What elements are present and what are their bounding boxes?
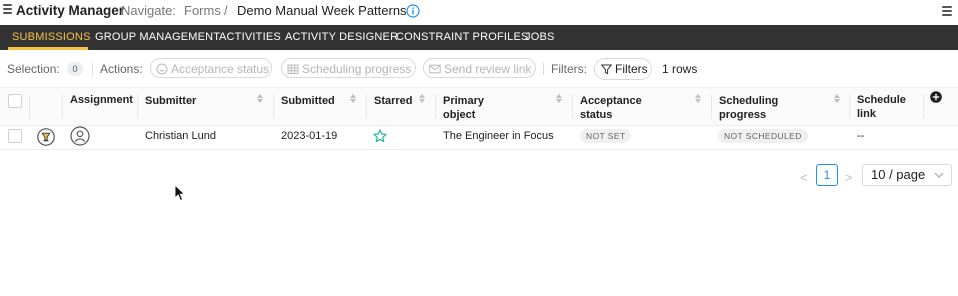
star-icon[interactable]	[373, 129, 387, 143]
sort-icon[interactable]	[257, 94, 264, 103]
send-review-link-button[interactable]: Send review link	[423, 58, 536, 78]
app-title: Activity Manager	[16, 3, 125, 18]
chevron-down-icon	[934, 172, 944, 178]
column-header-schedule-link[interactable]: Schedule link	[857, 88, 917, 125]
table-header: Assignment Submitter Submitted Starred P…	[0, 87, 958, 126]
column-divider	[711, 95, 712, 119]
funnel-icon	[601, 64, 612, 75]
select-all-checkbox[interactable]	[8, 94, 22, 108]
menu-icon[interactable]	[942, 6, 952, 18]
scheduling-progress-tag: NOT SCHEDULED	[718, 129, 808, 143]
mail-icon	[429, 64, 441, 74]
breadcrumb-separator: /	[224, 3, 228, 18]
rows-count: 1 rows	[662, 62, 698, 76]
filters-button-label: Filters	[615, 62, 648, 76]
divider	[543, 63, 544, 75]
divider	[92, 63, 93, 75]
submitted-cell: 2023-01-19	[281, 130, 338, 142]
tab-activity-designer[interactable]: ACTIVITY DESIGNER	[285, 25, 398, 50]
column-divider	[923, 95, 924, 119]
trophy-icon[interactable]	[37, 128, 55, 146]
column-divider	[62, 95, 63, 119]
schedule-link-cell: --	[857, 130, 865, 142]
tab-group-management[interactable]: GROUP MANAGEMENT	[95, 25, 220, 50]
tab-constraint-profiles[interactable]: CONSTRAINT PROFILES	[396, 25, 529, 50]
sort-icon[interactable]	[419, 94, 426, 103]
top-bar: Activity Manager Navigate: Forms / Demo …	[0, 0, 958, 25]
selection-label: Selection:	[7, 62, 60, 76]
sort-icon[interactable]	[556, 94, 563, 103]
filters-label: Filters:	[551, 62, 587, 76]
send-review-link-label: Send review link	[444, 62, 532, 76]
calendar-grid-icon	[287, 64, 299, 74]
tab-bar: SUBMISSIONS GROUP MANAGEMENT ACTIVITIES …	[0, 25, 958, 50]
sort-icon[interactable]	[350, 94, 357, 103]
selection-count-badge: 0	[67, 62, 83, 76]
sort-icon[interactable]	[695, 94, 702, 103]
page-size-value: 10 / page	[871, 167, 926, 182]
submitter-cell: Christian Lund	[145, 130, 216, 142]
column-divider	[849, 95, 850, 119]
column-divider	[366, 95, 367, 119]
breadcrumb-forms[interactable]: Forms	[184, 3, 221, 18]
active-tab-indicator	[8, 47, 88, 50]
actions-label: Actions:	[100, 62, 143, 76]
sort-icon[interactable]	[834, 94, 841, 103]
row-checkbox[interactable]	[8, 129, 22, 143]
scheduling-progress-button[interactable]: Scheduling progress	[281, 58, 416, 78]
column-divider	[137, 95, 138, 119]
user-avatar-icon[interactable]	[70, 126, 90, 146]
tab-jobs[interactable]: JOBS	[525, 25, 555, 50]
pagination-next-button[interactable]: >	[845, 170, 853, 185]
filters-button[interactable]: Filters	[594, 58, 652, 80]
mouse-cursor-icon	[174, 184, 186, 202]
breadcrumb-current-form: Demo Manual Week Patterns	[237, 3, 407, 18]
add-column-icon[interactable]	[930, 91, 942, 103]
toolbar: Selection: 0 Actions: Acceptance status …	[0, 55, 958, 83]
primary-object-cell[interactable]: The Engineer in Focus	[443, 130, 554, 142]
pagination-page-1[interactable]: 1	[816, 164, 838, 186]
page-size-select[interactable]: 10 / page	[862, 164, 952, 186]
app-menu-icon[interactable]	[3, 4, 12, 16]
navigate-label: Navigate:	[121, 3, 176, 18]
acceptance-status-tag: NOT SET	[580, 129, 632, 143]
scheduling-progress-label: Scheduling progress	[302, 62, 412, 76]
tab-activities[interactable]: ACTIVITIES	[219, 25, 281, 50]
column-divider	[572, 95, 573, 119]
smile-icon	[156, 63, 168, 75]
column-divider	[29, 95, 30, 119]
acceptance-status-label: Acceptance status	[171, 62, 270, 76]
table-row[interactable]: Christian Lund 2023-01-19 The Engineer i…	[0, 124, 958, 150]
pagination-prev-button[interactable]: <	[800, 170, 808, 185]
column-divider	[273, 95, 274, 119]
column-divider	[435, 95, 436, 119]
acceptance-status-button[interactable]: Acceptance status	[150, 58, 272, 78]
info-icon[interactable]	[406, 4, 420, 18]
